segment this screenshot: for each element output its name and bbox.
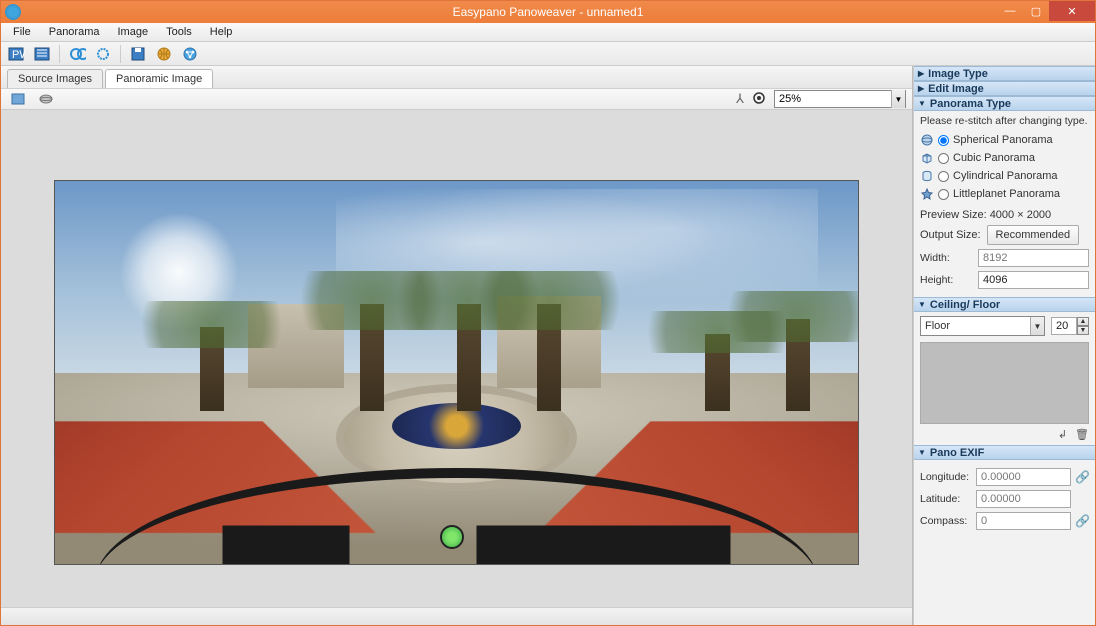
tripod-icon[interactable]: ⅄ — [736, 91, 744, 107]
target-icon[interactable] — [752, 91, 766, 108]
main-area: Source Images Panoramic Image ⅄ 25% ▼ — [1, 66, 1095, 625]
chevron-right-icon: ▶ — [918, 84, 924, 93]
close-button[interactable]: ✕ — [1049, 1, 1095, 21]
spinner-up-icon[interactable]: ▲ — [1077, 317, 1089, 326]
tool-new-icon[interactable]: PW — [5, 44, 27, 64]
option-cylindrical[interactable]: Cylindrical Panorama — [920, 167, 1089, 185]
zoom-select[interactable]: 25% ▼ — [774, 90, 906, 108]
radio-cylindrical[interactable] — [938, 171, 949, 182]
recommended-button[interactable]: Recommended — [987, 225, 1080, 245]
longitude-label: Longitude: — [920, 471, 972, 483]
output-size-label: Output Size: — [920, 229, 981, 241]
toolbar: PW — [1, 42, 1095, 66]
app-icon — [5, 4, 21, 20]
preview-size-text: Preview Size: 4000 × 2000 — [920, 209, 1089, 221]
compass-input[interactable]: 0 — [976, 512, 1071, 530]
option-spherical[interactable]: Spherical Panorama — [920, 131, 1089, 149]
spinner-down-icon[interactable]: ▼ — [1077, 326, 1089, 335]
canvas[interactable] — [1, 110, 912, 607]
tool-open-icon[interactable] — [31, 44, 53, 64]
trash-icon[interactable]: 🗑 — [1075, 428, 1089, 441]
star-icon — [920, 187, 934, 201]
pano-exif-body: Longitude: 0.00000 🔗 Latitude: 0.00000 C… — [914, 460, 1095, 538]
option-littleplanet[interactable]: Littleplanet Panorama — [920, 185, 1089, 203]
window-controls: ― ▢ ✕ — [997, 1, 1095, 23]
ceiling-floor-spinner[interactable]: 20 ▲▼ — [1051, 317, 1089, 335]
titlebar: Easypano Panoweaver - unnamed1 ― ▢ ✕ — [1, 1, 1095, 23]
tab-source-images[interactable]: Source Images — [7, 69, 103, 88]
radio-spherical[interactable] — [938, 135, 949, 146]
ceiling-floor-body: Floor ▼ 20 ▲▼ ↲ 🗑 — [914, 312, 1095, 445]
width-label: Width: — [920, 252, 972, 264]
chevron-right-icon: ▶ — [918, 69, 924, 78]
link-icon[interactable]: 🔗 — [1075, 514, 1089, 528]
section-edit-image[interactable]: ▶Edit Image — [914, 81, 1095, 96]
restitch-note: Please re-stitch after changing type. — [920, 115, 1089, 127]
sphere-icon — [920, 133, 934, 147]
section-pano-exif[interactable]: ▼Pano EXIF — [914, 445, 1095, 460]
link-icon[interactable]: 🔗 — [1075, 470, 1089, 484]
zoom-value: 25% — [779, 93, 801, 105]
view-flat-icon[interactable] — [7, 89, 29, 109]
menu-panorama[interactable]: Panorama — [41, 24, 108, 40]
import-icon[interactable]: ↲ — [1058, 428, 1067, 441]
chevron-down-icon: ▼ — [918, 99, 926, 108]
radio-cubic[interactable] — [938, 153, 949, 164]
chevron-down-icon: ▼ — [1030, 317, 1044, 335]
menu-tools[interactable]: Tools — [158, 24, 200, 40]
chevron-down-icon: ▼ — [918, 448, 926, 457]
menu-image[interactable]: Image — [110, 24, 157, 40]
menubar: File Panorama Image Tools Help — [1, 23, 1095, 42]
tab-panoramic-image[interactable]: Panoramic Image — [105, 69, 213, 88]
width-input[interactable]: 8192 — [978, 249, 1089, 267]
section-ceiling-floor[interactable]: ▼Ceiling/ Floor — [914, 297, 1095, 312]
ceiling-floor-select[interactable]: Floor ▼ — [920, 316, 1045, 336]
height-input[interactable]: 4096 — [978, 271, 1089, 289]
window-title: Easypano Panoweaver - unnamed1 — [453, 5, 644, 19]
panorama-type-body: Please re-stitch after changing type. Sp… — [914, 111, 1095, 297]
tool-settings-icon[interactable] — [92, 44, 114, 64]
cylinder-icon — [920, 169, 934, 183]
menu-file[interactable]: File — [5, 24, 39, 40]
cf-preview — [920, 342, 1089, 424]
cf-number-input[interactable]: 20 — [1051, 317, 1077, 335]
chevron-down-icon: ▼ — [891, 90, 905, 108]
view-sphere-icon[interactable] — [35, 89, 57, 109]
tool-share-icon[interactable] — [179, 44, 201, 64]
minimize-button[interactable]: ― — [997, 1, 1023, 21]
height-label: Height: — [920, 274, 972, 286]
latitude-label: Latitude: — [920, 493, 972, 505]
tool-stitch-icon[interactable] — [66, 44, 88, 64]
separator — [120, 45, 121, 63]
tool-globe-icon[interactable] — [153, 44, 175, 64]
maximize-button[interactable]: ▢ — [1023, 1, 1049, 21]
properties-panel: ▶Image Type ▶Edit Image ▼Panorama Type P… — [913, 66, 1095, 625]
panorama-preview — [54, 180, 859, 565]
tabbar: Source Images Panoramic Image — [1, 66, 912, 88]
tool-save-icon[interactable] — [127, 44, 149, 64]
statusbar — [1, 607, 912, 625]
chevron-down-icon: ▼ — [918, 300, 926, 309]
longitude-input[interactable]: 0.00000 — [976, 468, 1071, 486]
latitude-input[interactable]: 0.00000 — [976, 490, 1071, 508]
workspace: Source Images Panoramic Image ⅄ 25% ▼ — [1, 66, 913, 625]
option-cubic[interactable]: Cubic Panorama — [920, 149, 1089, 167]
cube-icon — [920, 151, 934, 165]
svg-text:PW: PW — [12, 49, 25, 61]
section-image-type[interactable]: ▶Image Type — [914, 66, 1095, 81]
section-panorama-type[interactable]: ▼Panorama Type — [914, 96, 1095, 111]
canvas-toolbar: ⅄ 25% ▼ — [1, 88, 912, 110]
separator — [59, 45, 60, 63]
radio-littleplanet[interactable] — [938, 189, 949, 200]
menu-help[interactable]: Help — [202, 24, 241, 40]
compass-label: Compass: — [920, 515, 972, 527]
